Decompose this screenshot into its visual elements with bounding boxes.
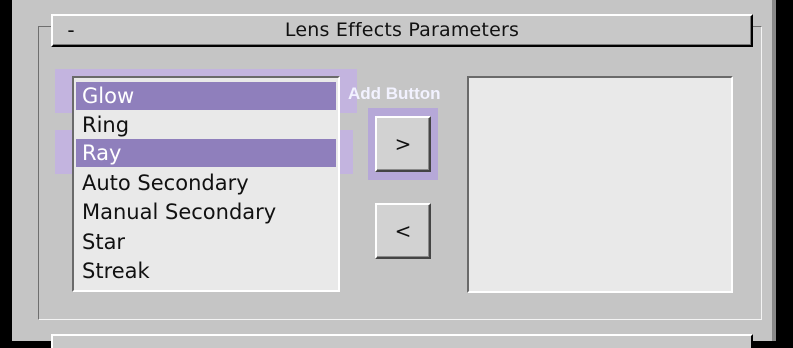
rollout-header-lens-effects-parameters[interactable]: - Lens Effects Parameters: [51, 14, 753, 47]
add-effect-button[interactable]: >: [375, 116, 431, 172]
remove-effect-button[interactable]: <: [375, 203, 431, 259]
list-item-glow[interactable]: Glow: [76, 82, 336, 110]
effects-listbox[interactable]: Glow Ring Ray Auto Secondary Manual Seco…: [72, 76, 340, 292]
active-effects-listbox[interactable]: [467, 76, 733, 293]
list-item-ray[interactable]: Ray: [76, 139, 336, 167]
list-item-star[interactable]: Star: [76, 228, 336, 256]
next-rollout-header[interactable]: [51, 334, 753, 348]
rollout-title: Lens Effects Parameters: [284, 19, 520, 41]
list-item-streak[interactable]: Streak: [76, 257, 336, 285]
add-button-annotation: Add Button: [348, 84, 441, 103]
list-item-manual-secondary[interactable]: Manual Secondary: [76, 198, 336, 226]
list-item-ring[interactable]: Ring: [76, 111, 336, 139]
panel-scroll-edge: [772, 0, 776, 341]
list-item-auto-secondary[interactable]: Auto Secondary: [76, 169, 336, 197]
